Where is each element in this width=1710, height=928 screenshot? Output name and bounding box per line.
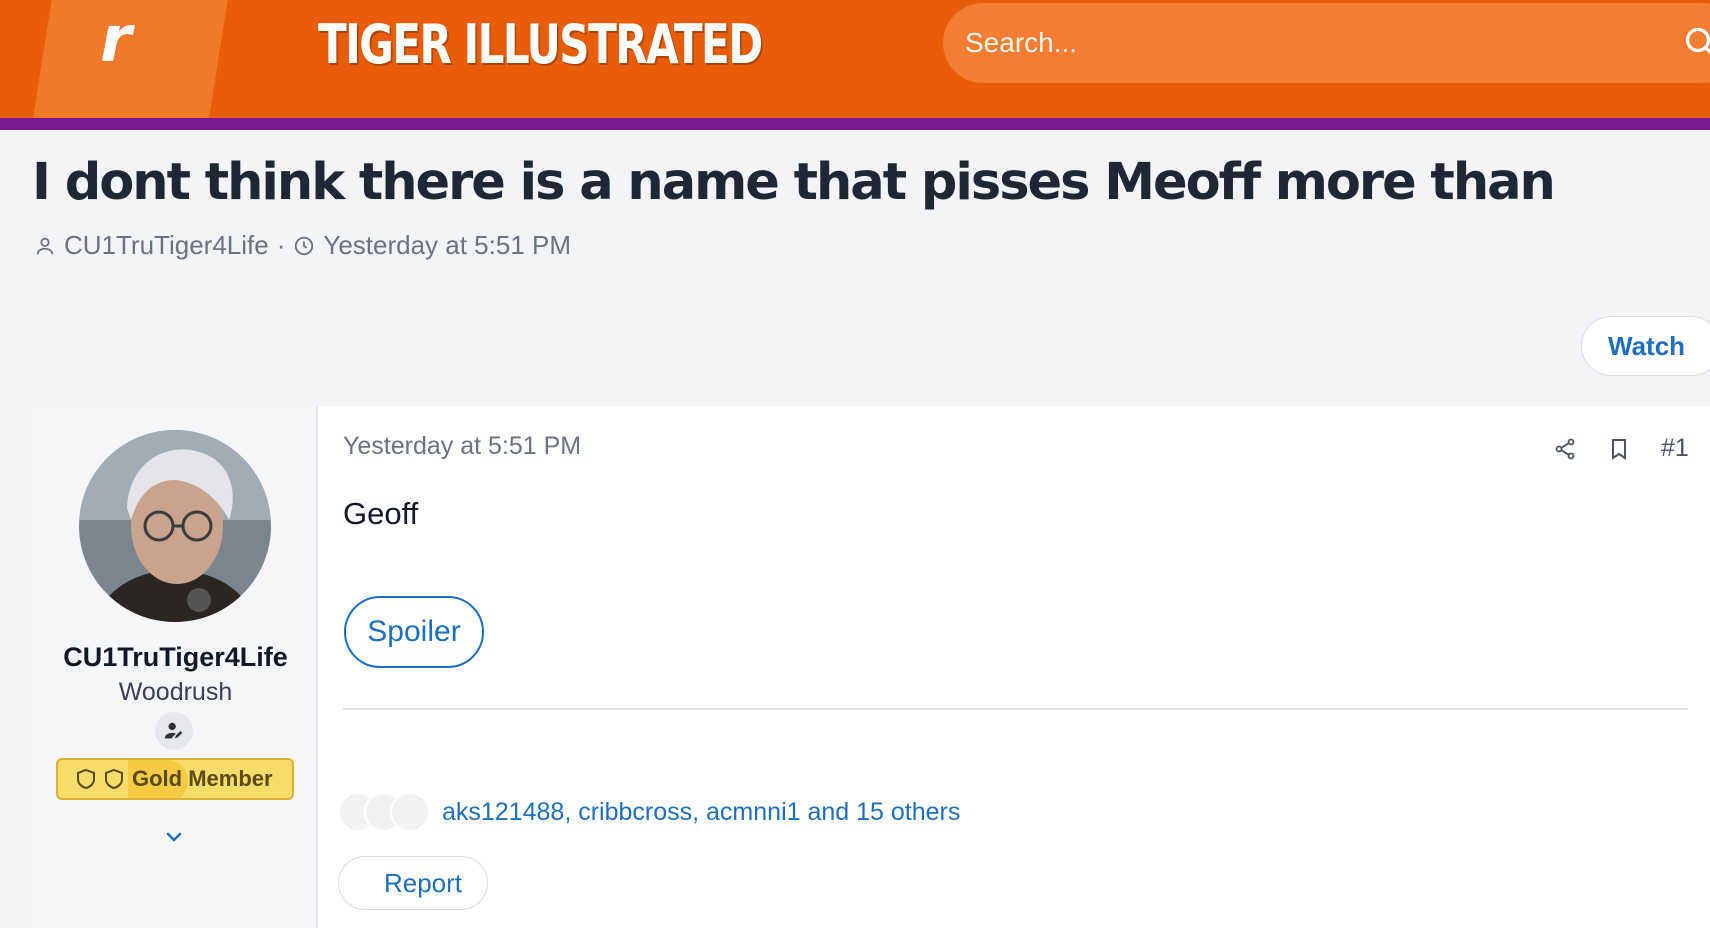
post-content: Geoff bbox=[343, 496, 419, 531]
post: CU1TruTiger4Life Woodrush Gold Member Ye… bbox=[33, 406, 1710, 928]
post-date[interactable]: Yesterday at 5:51 PM bbox=[343, 432, 581, 461]
shield-icon bbox=[77, 768, 95, 790]
post-body: Yesterday at 5:51 PM #1 Geoff Spoiler ak… bbox=[338, 406, 1710, 928]
user-title: Woodrush bbox=[118, 678, 233, 706]
avatar[interactable] bbox=[79, 430, 271, 622]
site-title[interactable]: TIGER ILLUSTRATED bbox=[318, 10, 763, 80]
user-edit-badge bbox=[155, 712, 193, 750]
post-username[interactable]: CU1TruTiger4Life bbox=[33, 642, 318, 673]
watch-button[interactable]: Watch bbox=[1581, 316, 1710, 376]
report-button[interactable]: Report bbox=[338, 856, 488, 910]
clock-icon bbox=[295, 236, 314, 255]
bookmark-icon[interactable] bbox=[1607, 437, 1631, 461]
banner-label: Gold Member bbox=[132, 766, 273, 791]
thread-timestamp[interactable]: Yesterday at 5:51 PM bbox=[323, 230, 571, 261]
share-icon[interactable] bbox=[1553, 437, 1577, 461]
meta-separator: · bbox=[276, 230, 286, 260]
site-logo[interactable]: r bbox=[100, 8, 132, 72]
user-edit-icon bbox=[164, 722, 183, 739]
gold-member-banner: Gold Member bbox=[56, 758, 294, 800]
user-icon bbox=[36, 237, 54, 254]
post-divider bbox=[343, 708, 1688, 710]
shield-icon bbox=[105, 768, 123, 790]
post-actions: #1 bbox=[1553, 434, 1689, 463]
thread-meta: CU1TruTiger4Life · Yesterday at 5:51 PM bbox=[34, 230, 571, 261]
spoiler-button[interactable]: Spoiler bbox=[344, 596, 484, 668]
thread-author-link[interactable]: CU1TruTiger4Life bbox=[64, 230, 269, 261]
chevron-down-icon[interactable] bbox=[162, 830, 186, 846]
thread-title: I dont think there is a name that pisses… bbox=[32, 153, 1556, 212]
site-header: r TIGER ILLUSTRATED bbox=[0, 0, 1710, 120]
search-box[interactable] bbox=[943, 3, 1710, 83]
reactions-bar: aks121488, cribbcross, acmnni1 and 15 ot… bbox=[338, 792, 960, 832]
post-number[interactable]: #1 bbox=[1661, 434, 1689, 463]
header-accent-stripe bbox=[0, 118, 1710, 130]
reactions-list-link[interactable]: aks121488, cribbcross, acmnni1 and 15 ot… bbox=[442, 798, 960, 827]
search-icon[interactable] bbox=[1683, 25, 1710, 61]
post-user-column: CU1TruTiger4Life Woodrush Gold Member bbox=[33, 406, 318, 928]
search-input[interactable] bbox=[965, 3, 1625, 83]
reaction-avatar bbox=[390, 792, 430, 832]
